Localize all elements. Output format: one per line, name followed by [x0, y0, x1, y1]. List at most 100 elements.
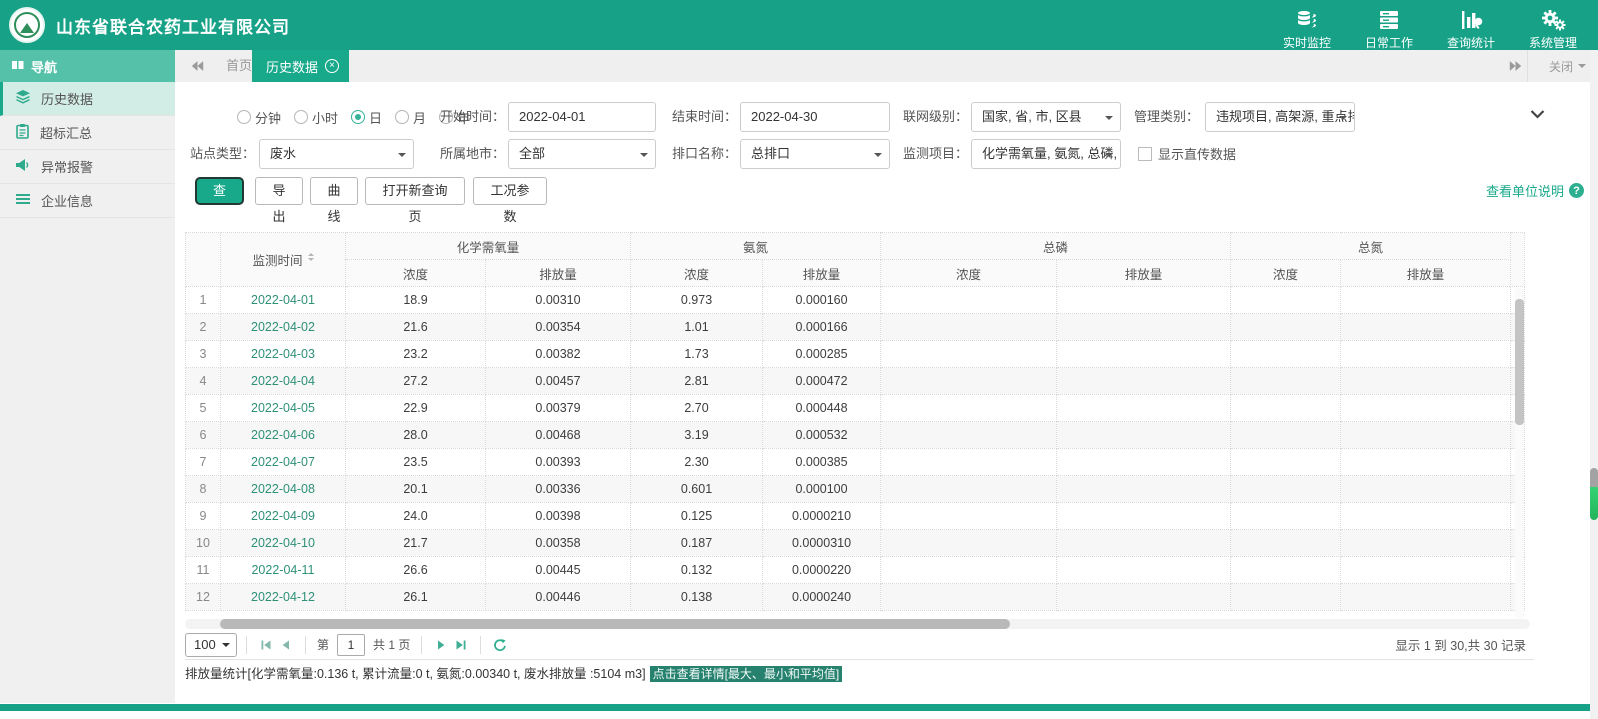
city-select[interactable]: 全部 [508, 139, 656, 169]
new-query-page-button[interactable]: 打开新查询页 [365, 177, 465, 205]
chevron-down-icon [1105, 116, 1113, 124]
sidebar-title: 导航 [31, 57, 57, 76]
cell-value: 0.00468 [486, 422, 631, 449]
cell-value [1057, 449, 1231, 476]
tabs-scroll-left-icon[interactable] [185, 50, 209, 82]
page-number-input[interactable]: 1 [337, 634, 365, 656]
cell-value: 27.2 [346, 368, 486, 395]
cell-value: 0.000160 [763, 287, 881, 314]
refresh-icon[interactable] [490, 635, 510, 655]
chevron-down-icon [1578, 64, 1586, 72]
tab-close-icon[interactable]: × [325, 59, 339, 73]
menu-system-admin[interactable]: 系统管理 [1524, 6, 1582, 51]
cell-date[interactable]: 2022-04-11 [221, 557, 346, 584]
table-horizontal-scrollbar[interactable] [185, 619, 1530, 629]
cell-date[interactable]: 2022-04-05 [221, 395, 346, 422]
next-page-button[interactable] [431, 635, 451, 655]
cell-value: 1.01 [631, 314, 763, 341]
cell-date[interactable]: 2022-04-08 [221, 476, 346, 503]
station-type-select[interactable]: 废水 [259, 139, 414, 169]
cell-value: 22.9 [346, 395, 486, 422]
sub-header: 浓度 [1231, 260, 1341, 287]
cell-date[interactable]: 2022-04-03 [221, 341, 346, 368]
unit-description-link[interactable]: 查看单位说明 ? [1486, 181, 1584, 200]
cell-date[interactable]: 2022-04-10 [221, 530, 346, 557]
period-radio-小时[interactable]: 小时 [294, 108, 338, 127]
menu-query-stats[interactable]: 查询统计 [1442, 6, 1500, 51]
top-menu: 实时监控 日常工作 查询统计 系统管理 [1278, 6, 1582, 51]
table-vertical-scrollbar[interactable] [1515, 288, 1524, 618]
row-index: 4 [186, 368, 221, 395]
period-radio-月[interactable]: 月 [395, 108, 426, 127]
megaphone-icon [15, 157, 31, 176]
start-time-input[interactable]: 2022-04-01 [508, 102, 656, 132]
checkbox-icon[interactable] [1138, 147, 1152, 161]
scrollbar-thumb[interactable] [220, 619, 1010, 629]
period-radio-分钟[interactable]: 分钟 [237, 108, 281, 127]
sidebar-item-exceed-summary[interactable]: 超标汇总 [0, 116, 175, 150]
cell-date[interactable]: 2022-04-02 [221, 314, 346, 341]
prev-page-button[interactable] [276, 635, 296, 655]
cell-value [1341, 503, 1511, 530]
chevron-down-icon [398, 153, 406, 161]
cell-value: 0.00393 [486, 449, 631, 476]
main-content: 分钟小时日月年 开始时间： 2022-04-01 结束时间： 2022-04-3… [175, 82, 1598, 703]
monitor-item-select[interactable]: 化学需氧量, 氨氮, 总磷, 总... [971, 139, 1121, 169]
cell-date[interactable]: 2022-04-06 [221, 422, 346, 449]
cell-value [1231, 422, 1341, 449]
select-value: 总排口 [751, 146, 790, 161]
divider [305, 636, 306, 654]
table-header-row-1: 监测时间化学需氧量氨氮总磷总氮 [186, 233, 1525, 260]
export-button[interactable]: 导出 [255, 177, 303, 205]
chevron-down-icon [222, 643, 230, 651]
cell-date[interactable]: 2022-04-12 [221, 584, 346, 611]
period-radio-日[interactable]: 日 [351, 108, 382, 127]
cell-value [881, 395, 1057, 422]
bar-chart-icon [1442, 6, 1500, 32]
first-page-button[interactable] [256, 635, 276, 655]
cell-value [1231, 584, 1341, 611]
query-button[interactable]: 查询 [195, 177, 244, 205]
cell-value [1057, 341, 1231, 368]
outlet-name-select[interactable]: 总排口 [740, 139, 890, 169]
last-page-button[interactable] [451, 635, 471, 655]
row-index: 8 [186, 476, 221, 503]
curve-button[interactable]: 曲线 [310, 177, 358, 205]
cell-value: 0.000100 [763, 476, 881, 503]
filter-collapse-icon[interactable] [1530, 107, 1545, 125]
sort-icon[interactable] [308, 250, 314, 264]
end-time-label: 结束时间： [671, 102, 737, 132]
sidebar-item-abnormal-alarm[interactable]: 异常报警 [0, 150, 175, 184]
cell-date[interactable]: 2022-04-07 [221, 449, 346, 476]
scrollbar-thumb-cap[interactable] [1590, 468, 1598, 487]
sidebar-item-history-data[interactable]: 历史数据 [0, 82, 175, 116]
menu-daily-work[interactable]: 日常工作 [1360, 6, 1418, 51]
page-size-select[interactable]: 100 [185, 633, 237, 657]
tabs-scroll-right-icon[interactable] [1504, 50, 1528, 82]
window-scrollbar[interactable] [1590, 50, 1598, 719]
tabs-close-menu[interactable]: 关闭 [1549, 50, 1586, 82]
scrollbar-thumb[interactable] [1515, 299, 1524, 425]
direct-data-checkbox-row[interactable]: 显示直传数据 [1138, 144, 1236, 163]
scrollbar-thumb[interactable] [1590, 487, 1598, 520]
menu-realtime-monitor[interactable]: 实时监控 [1278, 6, 1336, 51]
cell-value [1341, 584, 1511, 611]
cell-value [1341, 287, 1511, 314]
condition-params-button[interactable]: 工况参数 [473, 177, 547, 205]
cell-value: 0.00446 [486, 584, 631, 611]
cell-value [1057, 476, 1231, 503]
sidebar-item-company-info[interactable]: 企业信息 [0, 184, 175, 218]
divider [421, 636, 422, 654]
manage-type-select[interactable]: 违规项目, 高架源, 重点排... [1205, 102, 1355, 132]
sub-header: 浓度 [881, 260, 1057, 287]
network-level-label: 联网级别： [902, 102, 968, 132]
time-column-header[interactable]: 监测时间 [221, 233, 346, 287]
end-time-input[interactable]: 2022-04-30 [740, 102, 890, 132]
cell-date[interactable]: 2022-04-09 [221, 503, 346, 530]
cell-date[interactable]: 2022-04-04 [221, 368, 346, 395]
radio-dot-icon [395, 110, 409, 124]
cell-date[interactable]: 2022-04-01 [221, 287, 346, 314]
tab-history-data[interactable]: 历史数据 × [252, 50, 349, 82]
stats-detail-link[interactable]: 点击查看详情[最大、最小和平均值] [650, 666, 843, 682]
network-level-select[interactable]: 国家, 省, 市, 区县 [971, 102, 1121, 132]
